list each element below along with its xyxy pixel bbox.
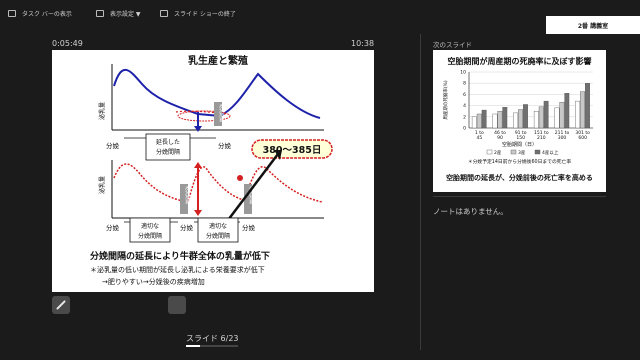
pane-divider[interactable]	[420, 34, 421, 350]
display-settings-button[interactable]: 表示設定 ▼	[96, 9, 141, 18]
calving-label-1: 分娩	[106, 141, 120, 150]
current-time: 10:38	[351, 39, 375, 48]
show-taskbar-label: タスク バーの表示	[22, 11, 72, 18]
black-callout-arrow	[221, 153, 279, 229]
extended-label: 延長した	[156, 138, 180, 146]
next-slide-header: 次のスライド	[433, 41, 472, 49]
calving-label-5: 分娩	[242, 223, 256, 232]
chart-legend-label: 4産以上	[542, 149, 559, 156]
milk-curve-proper	[113, 163, 323, 203]
red-dot-marker	[237, 175, 243, 181]
current-slide[interactable]: 乳生産と繁殖 泌乳量 乾乳期間 分娩 分娩 延長した 分娩間隔 380～385日…	[52, 50, 374, 292]
proper-label-1b: 分娩間隔	[138, 232, 162, 240]
presenter-toolbar: タスク バーの表示 表示設定 ▼ スライド ショーの終了 2番 講義室	[0, 0, 640, 34]
next-slide-xlabel: 空胎期間（日）	[501, 142, 537, 148]
pen-icon	[56, 300, 66, 310]
chart-bar	[564, 93, 570, 129]
display-settings-label: 表示設定 ▼	[110, 11, 141, 18]
speaker-notes[interactable]: ノートはありません。	[433, 206, 508, 217]
chart-legend-label: 2産	[494, 149, 502, 156]
chart-bar	[492, 113, 498, 129]
chart-legend-swatch	[534, 149, 541, 155]
chart-bar	[585, 83, 590, 129]
chart-legend-label: 3産	[518, 149, 526, 156]
red-arrowhead-down	[194, 210, 202, 216]
chart-bar	[476, 113, 482, 129]
extended-interval-box	[145, 133, 191, 161]
end-slideshow-button[interactable]: スライド ショーの終了	[160, 9, 236, 18]
elapsed-timer[interactable]: 0:05:49	[52, 39, 83, 48]
calving-label-3: 分娩	[106, 223, 120, 232]
chart-bar	[502, 107, 508, 129]
next-slide-preview[interactable]: 空胎期間が周産期の死廃率に及ぼす影響 周産期の死廃率(%) 0 2 4 6 8 10 1 to…	[433, 50, 606, 192]
chart-legend-swatch	[486, 149, 493, 155]
chart-bar	[559, 102, 565, 129]
taskbar-icon	[8, 10, 16, 17]
chart-y-tick-label: 6	[463, 92, 466, 98]
chart-bar	[471, 116, 477, 129]
chart-y-tick-label: 0	[463, 126, 466, 132]
view-all-slides-button[interactable]	[168, 296, 186, 314]
chart-y-tick-label: 10	[460, 70, 466, 76]
days-callout-text: 380～385日	[263, 145, 322, 156]
proper-label-2b: 分娩間隔	[206, 232, 230, 240]
ylabel-top: 泌乳量	[98, 102, 106, 120]
extended-label-2: 分娩間隔	[156, 148, 180, 156]
dry-period-label-b1: 乾乳期間	[184, 186, 191, 204]
chart-legend-swatch	[510, 149, 517, 155]
chart-bar	[575, 100, 581, 129]
red-arrowhead-up	[194, 162, 202, 168]
end-slideshow-label: スライド ショーの終了	[174, 11, 236, 18]
next-slide-footer: 空胎期間の延長が、分娩前後の死亡率を高める	[446, 174, 593, 182]
ylabel-bottom: 泌乳量	[98, 176, 106, 194]
slide-bullet-1: ＊泌乳量の低い期間が延長し泌乳による栄養要求が低下	[90, 265, 265, 274]
next-slide-rule	[433, 196, 606, 197]
slide-counter: スライド 6/23	[186, 334, 239, 343]
calving-label-4: 分娩	[180, 223, 194, 232]
slide-title: 乳生産と繁殖	[188, 54, 248, 67]
blue-arrowhead	[194, 126, 202, 132]
calving-label-2: 分娩	[218, 141, 232, 150]
room-badge: 2番 講義室	[546, 16, 640, 34]
chart-bar	[580, 91, 585, 129]
pen-tool-button[interactable]	[52, 296, 70, 314]
chart-y-axis-label: 周産期の死廃率(%)	[442, 80, 449, 120]
chart-y-tick-label: 2	[463, 114, 466, 120]
chart-bar	[523, 104, 528, 129]
proper-label-1: 適切な	[141, 222, 159, 230]
chart-bar	[533, 111, 539, 129]
chart-bar	[554, 107, 560, 129]
show-taskbar-button[interactable]: タスク バーの表示	[8, 9, 72, 18]
chart-bar	[518, 109, 523, 129]
end-show-icon	[160, 10, 168, 17]
chart-bar	[543, 100, 549, 129]
next-slide-note: ＊分娩予定14日前から分娩後60日までの死亡率	[467, 160, 572, 165]
dry-period-label-top: 乾乳期間	[218, 104, 225, 122]
chart-bar	[513, 112, 519, 129]
slide-progress-bar	[186, 345, 238, 347]
display-icon	[96, 10, 104, 17]
chart-y-tick-label: 4	[463, 103, 466, 109]
proper-label-2: 適切な	[209, 222, 227, 230]
chart-y-tick-label: 8	[463, 81, 466, 87]
slide-conclusion: 分娩間隔の延長により牛群全体の乳量が低下	[90, 250, 270, 262]
slide-bullet-2: →肥りやすい→分娩後の疾病増加	[102, 277, 205, 286]
chart-bar	[538, 106, 544, 129]
chart-bar	[481, 109, 487, 129]
chart-bar	[497, 111, 503, 129]
slide-progress-fill	[186, 345, 200, 347]
